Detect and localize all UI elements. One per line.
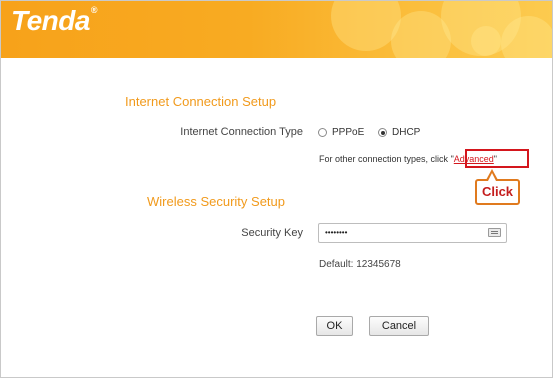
default-key-text: Default: 12345678 xyxy=(319,259,401,270)
radio-dhcp[interactable]: DHCP xyxy=(378,127,420,138)
advanced-highlight-box xyxy=(465,149,529,168)
ok-button[interactable]: OK xyxy=(316,316,353,336)
wireless-section-title: Wireless Security Setup xyxy=(147,194,285,209)
security-key-label: Security Key xyxy=(241,227,303,239)
radio-pppoe[interactable]: PPPoE xyxy=(318,127,364,138)
logo-text: Tenda xyxy=(11,5,90,36)
security-key-input[interactable]: •••••••• xyxy=(318,223,507,243)
cancel-button[interactable]: Cancel xyxy=(369,316,429,336)
router-setup-page: Tenda® Internet Connection Setup Interne… xyxy=(0,0,553,378)
registered-mark: ® xyxy=(90,5,98,15)
header-banner: Tenda® xyxy=(1,1,552,58)
radio-dhcp-label: DHCP xyxy=(392,127,421,138)
radio-pppoe-circle[interactable] xyxy=(318,128,327,137)
hint-text: For other connection types, click xyxy=(319,154,451,164)
connection-type-label: Internet Connection Type xyxy=(180,126,303,138)
callout-pointer-inner xyxy=(488,173,496,181)
security-key-value: •••••••• xyxy=(325,228,348,237)
radio-dhcp-circle[interactable] xyxy=(378,128,387,137)
keyboard-icon[interactable] xyxy=(488,228,501,237)
header-bubble-decoration xyxy=(471,26,501,56)
internet-section-title: Internet Connection Setup xyxy=(125,94,277,109)
tenda-logo: Tenda® xyxy=(11,5,98,37)
radio-pppoe-label: PPPoE xyxy=(332,127,365,138)
click-callout: Click xyxy=(475,179,520,205)
